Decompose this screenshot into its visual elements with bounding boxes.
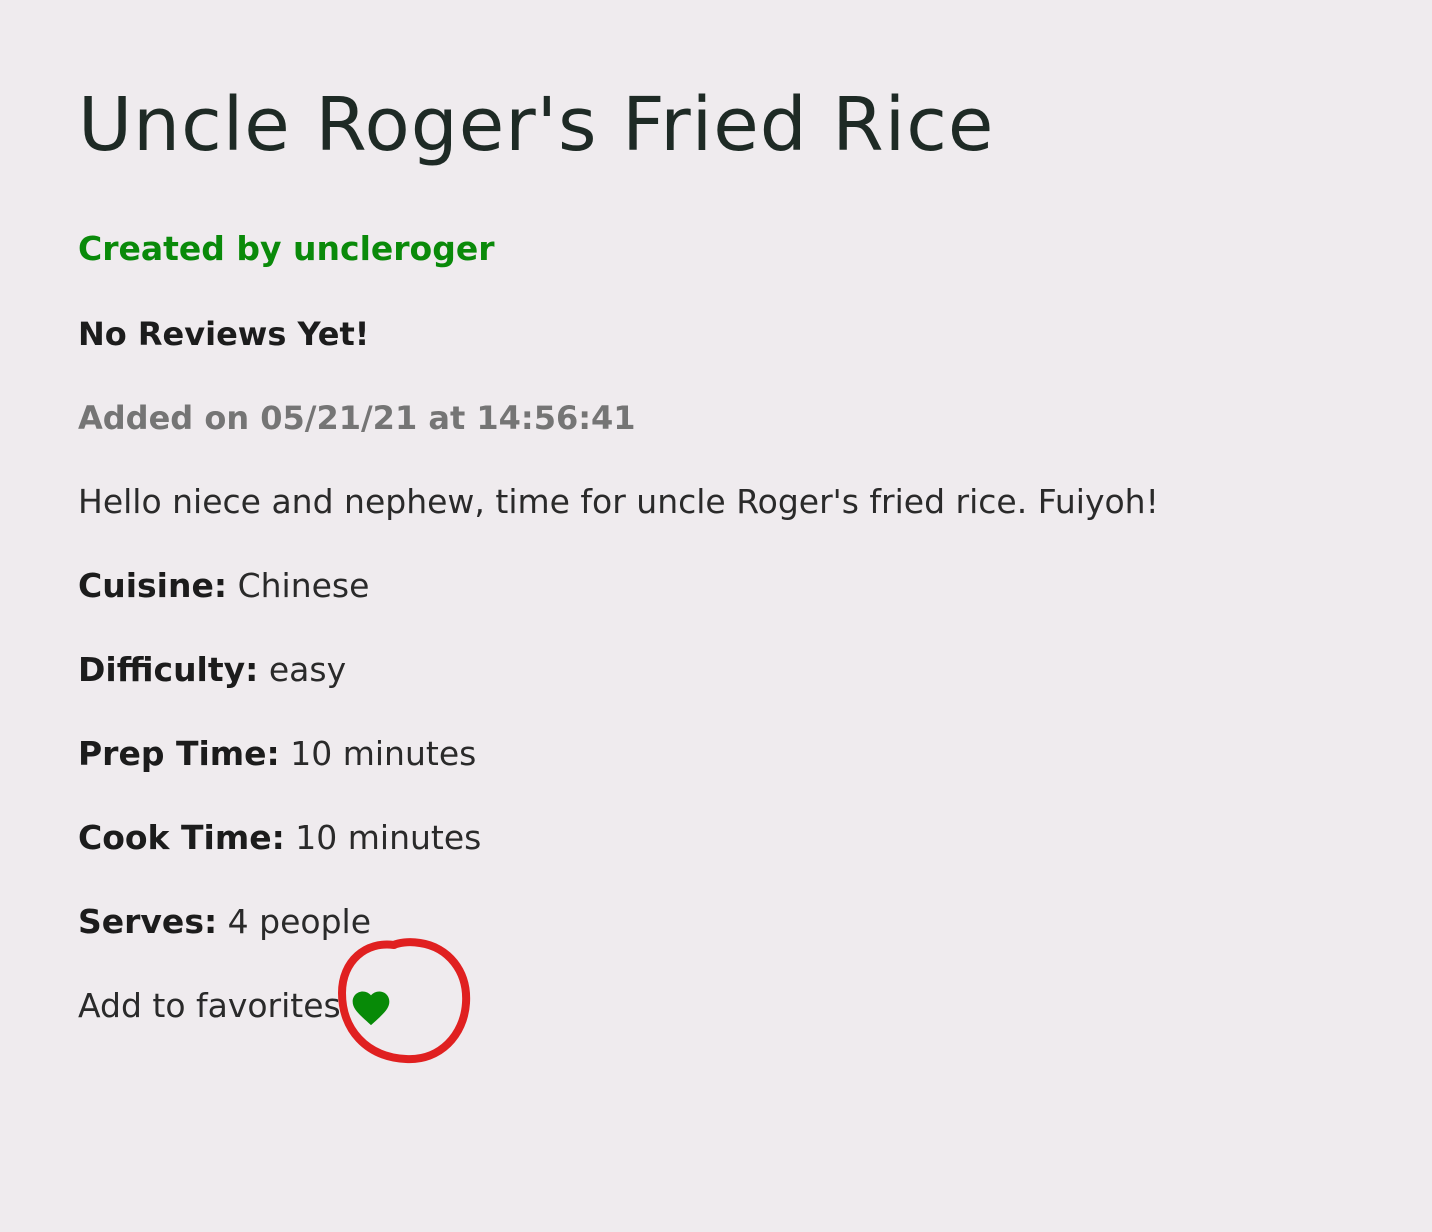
cuisine-row: Cuisine: Chinese [78, 564, 369, 608]
difficulty-value: easy [268, 650, 347, 689]
cuisine-label: Cuisine: [78, 566, 228, 605]
prep-time-row: Prep Time: 10 minutes [78, 732, 476, 776]
prep-time-value: 10 minutes [290, 734, 477, 773]
serves-value: 4 people [227, 902, 371, 941]
difficulty-row: Difficulty: easy [78, 648, 346, 692]
heart-icon [352, 991, 390, 1026]
cook-time-value: 10 minutes [295, 818, 482, 857]
add-to-favorites-row: Add to favorites [78, 984, 393, 1028]
cook-time-label: Cook Time: [78, 818, 285, 857]
cuisine-value: Chinese [237, 566, 370, 605]
recipe-detail: Uncle Roger's Fried Rice Created by uncl… [78, 70, 1378, 1026]
recipe-description: Hello niece and nephew, time for uncle R… [78, 482, 1159, 521]
difficulty-label: Difficulty: [78, 650, 259, 689]
reviews-status: No Reviews Yet! [78, 315, 370, 353]
author-line[interactable]: Created by uncleroger [78, 227, 495, 271]
add-to-favorites-label: Add to favorites [78, 986, 341, 1025]
added-date: Added on 05/21/21 at 14:56:41 [78, 399, 636, 437]
page-title: Uncle Roger's Fried Rice [78, 82, 995, 168]
cook-time-row: Cook Time: 10 minutes [78, 816, 481, 860]
prep-time-label: Prep Time: [78, 734, 280, 773]
serves-label: Serves: [78, 902, 218, 941]
favorite-heart-button[interactable] [349, 986, 393, 1030]
serves-row: Serves: 4 people [78, 900, 371, 944]
